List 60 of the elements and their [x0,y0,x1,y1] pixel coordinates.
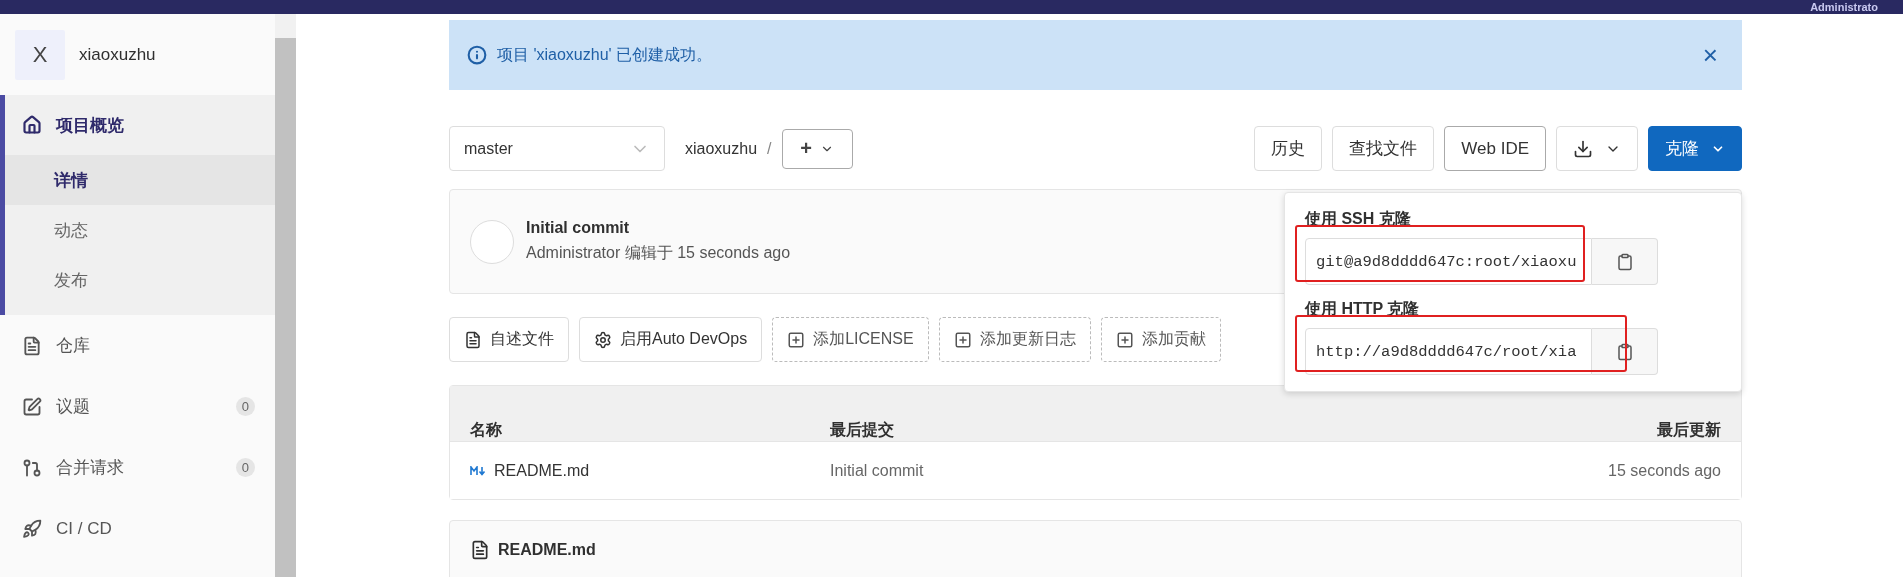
toolbar-button[interactable]: Web IDE [1444,126,1546,171]
branch-select[interactable]: master [449,126,665,171]
plus-square-icon [787,330,806,349]
rocket-icon [22,518,42,539]
action-button[interactable]: 自述文件 [449,317,569,362]
home-icon [22,115,42,135]
clone-button[interactable]: 克隆 [1648,126,1742,171]
clipboard-icon [1615,342,1634,361]
sidebar-subitem[interactable]: 发布 [5,255,275,305]
path-separator: / [767,139,772,158]
merge-request-icon [22,457,42,478]
table-cell-text: 15 seconds ago [1607,461,1721,480]
column-header: 最后更新 [1656,420,1721,440]
document-icon [22,335,42,356]
copy-button[interactable] [1592,328,1658,375]
avatar-placeholder [470,219,514,264]
toolbar-button[interactable]: 历史 [1254,126,1323,171]
commit-meta: Administrator 编辑于 15 seconds ago [526,243,791,263]
sidebar-subitem[interactable]: 动态 [5,205,275,255]
count-badge: 0 [235,458,255,477]
plus-square-icon [953,330,972,349]
sidebar-item[interactable]: 议题 0 [5,376,275,437]
file-link[interactable]: README.md [470,461,830,480]
download-icon [1573,138,1593,159]
clipboard-icon [1615,252,1634,271]
count-badge: 0 [235,397,255,416]
gear-icon [594,330,612,349]
close-button[interactable]: × [1696,39,1724,71]
project-name[interactable]: xiaoxuzhu [79,44,156,65]
table-cell-text: Initial commit [830,461,925,480]
user-name[interactable]: Administrato [1810,0,1878,14]
url-field[interactable]: git@a9d8dddd647c:root/xiaoxu [1305,238,1592,285]
column-header: 最后提交 [830,420,895,440]
sidebar-subitem[interactable]: 详情 [5,155,275,205]
column-header: 名称 [470,420,503,440]
sidebar-item[interactable]: CI / CD [5,498,275,559]
breadcrumb-link[interactable]: xiaoxuzhu [685,139,758,158]
document-icon [470,540,490,560]
info-icon [467,45,487,65]
add-button[interactable]: + [781,128,853,169]
sidebar-item[interactable]: 合并请求 0 [5,437,275,498]
copy-button[interactable] [1592,238,1658,285]
readme-title: README.md [498,541,596,559]
action-button[interactable]: 启用Auto DevOps [579,317,763,362]
sidebar-item[interactable]: 仓库 [5,315,275,376]
toolbar-button[interactable]: 查找文件 [1332,126,1435,171]
document-icon [464,330,482,349]
plus-square-icon [1115,330,1134,349]
action-button[interactable]: 添加贡献 [1100,317,1221,362]
action-button[interactable]: 添加LICENSE [772,317,929,362]
scrollbar[interactable] [275,14,296,577]
alert-message: 项目 'xiaoxuzhu' 已创建成功。 [497,44,714,65]
markdown-icon [470,465,488,476]
url-field[interactable]: http://a9d8dddd647c/root/xia [1305,328,1592,375]
action-button[interactable]: 添加更新日志 [938,317,1091,362]
project-avatar: X [15,29,65,80]
sidebar-item[interactable]: 项目概览 [5,95,275,155]
download-button[interactable] [1556,126,1638,171]
issue-icon [22,396,42,417]
commit-title[interactable]: Initial commit [526,219,791,237]
